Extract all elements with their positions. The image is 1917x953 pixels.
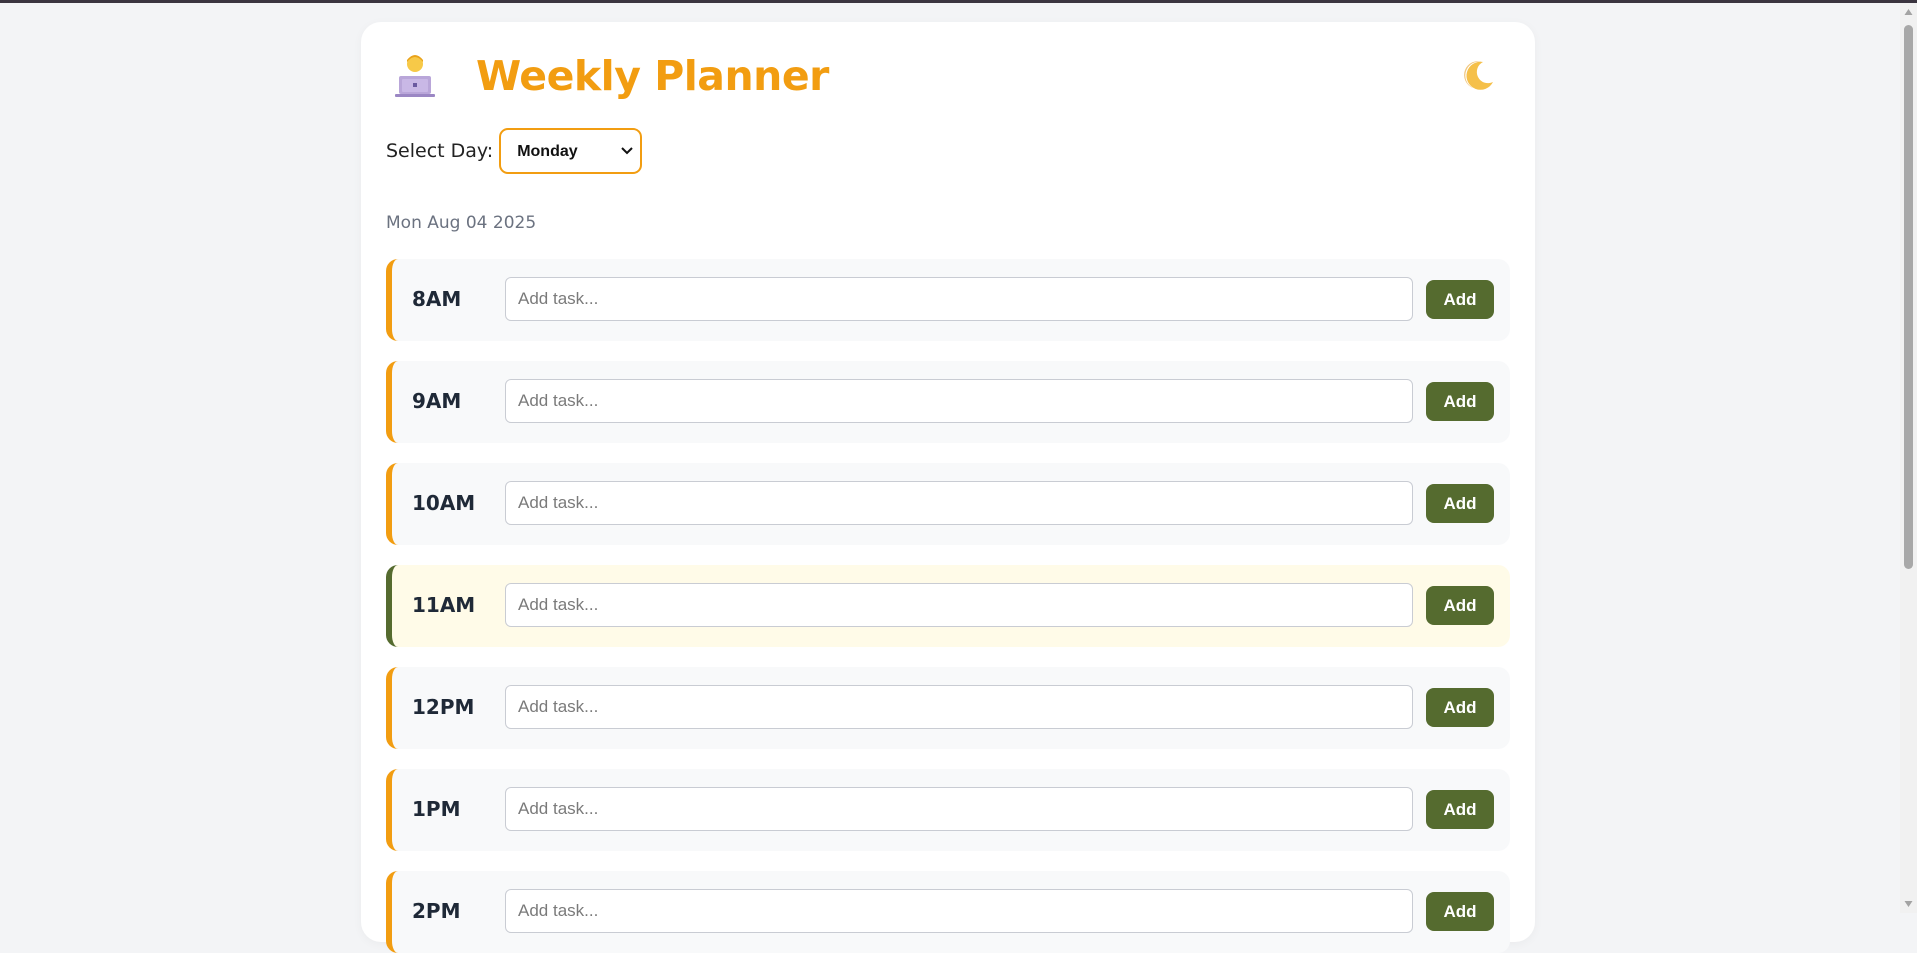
task-input[interactable]: [505, 277, 1413, 321]
time-slot: 1PM Add: [386, 769, 1510, 851]
scroll-down-arrow-icon[interactable]: [1904, 900, 1913, 908]
task-input[interactable]: [505, 583, 1413, 627]
task-input[interactable]: [505, 685, 1413, 729]
add-task-button[interactable]: Add: [1426, 280, 1494, 319]
time-slot: 2PM Add: [386, 871, 1510, 953]
select-day-label: Select Day:: [386, 140, 494, 162]
slot-time-label: 10AM: [412, 491, 476, 515]
time-slot: 9AM Add: [386, 361, 1510, 443]
current-date: Mon Aug 04 2025: [386, 213, 537, 233]
add-task-button[interactable]: Add: [1426, 790, 1494, 829]
task-input[interactable]: [505, 787, 1413, 831]
header: Weekly Planner: [385, 50, 1511, 100]
slot-time-label: 8AM: [412, 287, 462, 311]
scroll-thumb[interactable]: [1904, 25, 1913, 569]
add-task-button[interactable]: Add: [1426, 688, 1494, 727]
time-slot: 10AM Add: [386, 463, 1510, 545]
person-laptop-icon: [395, 55, 435, 97]
task-input[interactable]: [505, 481, 1413, 525]
planner-card: Weekly Planner Select Day: Monday Mon Au…: [361, 22, 1535, 953]
chevron-down-icon: [621, 147, 633, 155]
add-task-button[interactable]: Add: [1426, 382, 1494, 421]
time-slot: 8AM Add: [386, 259, 1510, 341]
moon-icon[interactable]: [1461, 58, 1497, 94]
task-input[interactable]: [505, 889, 1413, 933]
day-select-row: Select Day: Monday: [386, 126, 643, 176]
slot-time-label: 1PM: [412, 797, 461, 821]
add-task-button[interactable]: Add: [1426, 892, 1494, 931]
window-top-border: [0, 0, 1917, 3]
time-slot: 11AM Add: [386, 565, 1510, 647]
slot-time-label: 2PM: [412, 899, 461, 923]
add-task-button[interactable]: Add: [1426, 586, 1494, 625]
scrollbar[interactable]: [1900, 3, 1917, 913]
page-title: Weekly Planner: [476, 52, 829, 100]
day-select[interactable]: Monday: [499, 128, 643, 174]
time-slot: 12PM Add: [386, 667, 1510, 749]
add-task-button[interactable]: Add: [1426, 484, 1494, 523]
scroll-up-arrow-icon[interactable]: [1904, 8, 1913, 16]
task-input[interactable]: [505, 379, 1413, 423]
day-select-value: Monday: [517, 143, 578, 160]
slot-time-label: 12PM: [412, 695, 475, 719]
slot-time-label: 11AM: [412, 593, 476, 617]
slot-time-label: 9AM: [412, 389, 462, 413]
